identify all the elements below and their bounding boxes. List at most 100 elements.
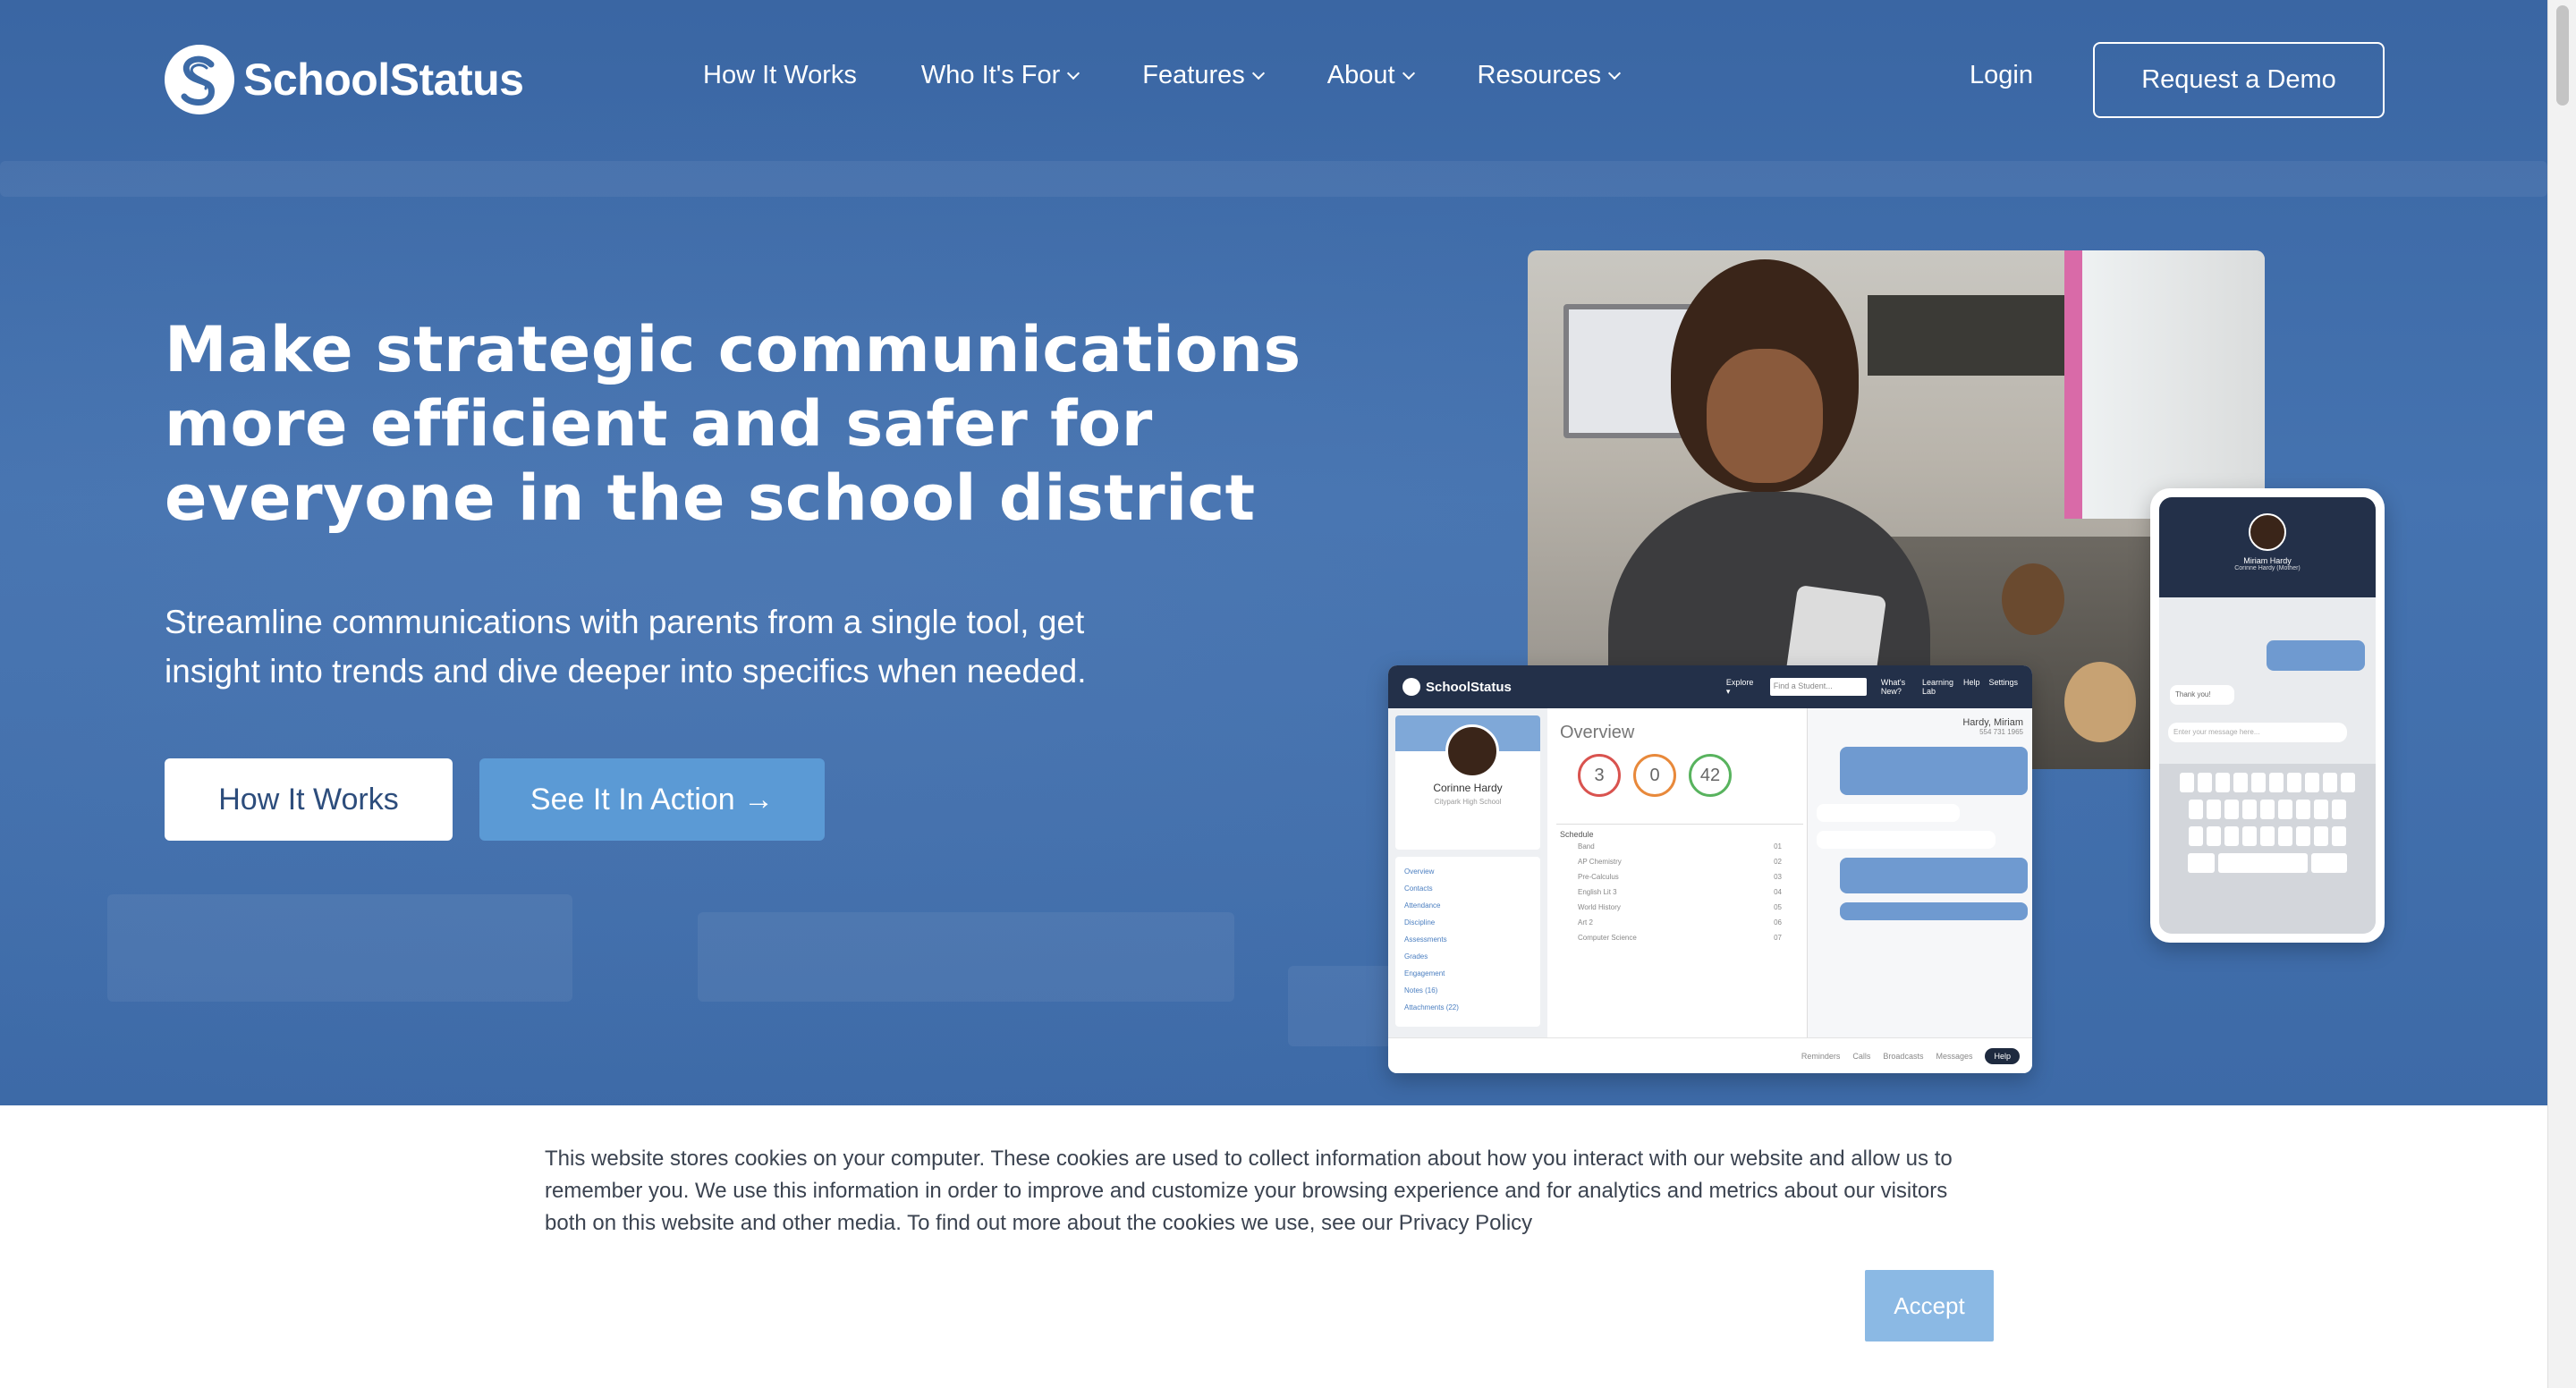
schedule-course: Art 2 <box>1578 918 1593 927</box>
dashboard-mockup: SchoolStatus Explore ▾ Find a Student...… <box>1388 665 2032 1073</box>
mockup-footer: Reminders Calls Broadcasts Messages Help <box>1388 1037 2032 1073</box>
mockup-menu-item: Contacts <box>1404 884 1433 893</box>
brand-name: SchoolStatus <box>243 55 524 105</box>
student-school: Citypark High School <box>1434 798 1502 806</box>
schedule-table: Schedule Band 01 AP Chemistry 02 Pre-Calcu… <box>1556 824 1803 951</box>
mockup-menu-item: Engagement <box>1404 969 1445 978</box>
mockup-menu-item: Attendance <box>1404 901 1441 910</box>
see-it-in-action-button[interactable]: See It In Action → <box>479 758 825 841</box>
phone-contact-name: Miriam Hardy <box>2243 556 2292 565</box>
cookie-text: This website stores cookies on your comp… <box>545 1143 1994 1240</box>
mockup-link: What's New? <box>1880 678 1906 696</box>
help-badge: Help <box>1985 1047 2020 1064</box>
mockup-footer-item: Reminders <box>1801 1051 1841 1061</box>
mockup-link: Help <box>1962 678 1980 687</box>
stat-ring-absences: 3 <box>1578 754 1621 797</box>
phone-contact-sub: Corinne Hardy (Mother) <box>2234 565 2301 571</box>
phone-message-out <box>2267 640 2365 671</box>
avatar <box>1445 724 1499 778</box>
subhead-line: insight into trends and dive deeper into… <box>165 653 1087 690</box>
nav-item-resources[interactable]: Resources <box>1477 61 1622 90</box>
schedule-period: 05 <box>1774 903 1782 911</box>
schedule-period: 01 <box>1774 842 1782 851</box>
nav-item-label: How It Works <box>703 61 857 89</box>
logo-mark-icon <box>1402 678 1420 696</box>
nav-item-features[interactable]: Features <box>1142 61 1265 90</box>
nav-item-who-its-for[interactable]: Who It's For <box>920 61 1080 90</box>
schedule-period: 04 <box>1774 888 1782 896</box>
mockup-menu-item: Assessments <box>1404 935 1447 944</box>
schedule-course: Band <box>1578 842 1595 851</box>
chevron-down-icon <box>1608 66 1622 80</box>
stat-ring-infractions: 0 <box>1633 754 1676 797</box>
mockup-link: Learning Lab <box>1922 678 1954 696</box>
chevron-down-icon <box>1251 66 1265 80</box>
mockup-explore: Explore ▾ <box>1725 677 1754 696</box>
mockup-link: Settings <box>1988 678 2018 687</box>
contact-phone: 554 731 1965 <box>1979 728 2023 736</box>
schedule-course: English Lit 3 <box>1578 888 1617 896</box>
cookie-banner: This website stores cookies on your comp… <box>0 1105 2547 1388</box>
phone-header: Miriam Hardy Corinne Hardy (Mother) <box>2159 497 2376 597</box>
accept-cookies-button[interactable]: Accept <box>1865 1270 1994 1341</box>
mockup-sidebar: Corinne Hardy Citypark High School Overv… <box>1388 708 1547 1037</box>
phone-message-in: Thank you! <box>2170 685 2234 705</box>
mockup-menu-item: Grades <box>1404 952 1428 961</box>
chevron-down-icon <box>1067 66 1080 80</box>
hero-subhead: Streamline communications with parents f… <box>165 597 1238 696</box>
mockup-app-name: SchoolStatus <box>1426 679 1512 695</box>
schedule-period: 03 <box>1774 873 1782 881</box>
headline-line: Make strategic communications <box>165 313 1301 386</box>
page-scrollbar[interactable] <box>2547 0 2576 1388</box>
headline-line: more efficient and safer for <box>165 387 1153 461</box>
hero-headline: Make strategic communications more effic… <box>165 313 1327 536</box>
nav-item-label: Features <box>1142 61 1245 89</box>
mockup-menu-item: Notes (16) <box>1404 986 1438 994</box>
subhead-line: Streamline communications with parents f… <box>165 604 1085 640</box>
headline-line: everyone in the school district <box>165 461 1256 535</box>
schedule-course: Computer Science <box>1578 934 1637 942</box>
mockup-overview: Overview 3 0 42 Schedule Band 01 AP Chemi… <box>1556 715 1803 1037</box>
login-link[interactable]: Login <box>1970 61 2033 90</box>
mockup-topbar: SchoolStatus Explore ▾ Find a Student...… <box>1388 665 2032 708</box>
stat-ring-calls: 42 <box>1689 754 1732 797</box>
cookie-text-line: This website stores cookies on your comp… <box>545 1147 1953 1171</box>
mockup-search: Find a Student... <box>1769 678 1867 696</box>
mockup-footer-item: Calls <box>1852 1051 1871 1061</box>
logo-mark-icon <box>165 45 234 114</box>
cookie-text-line: remember you. We use this information in… <box>545 1179 1948 1203</box>
mockup-menu: Overview Contacts Attendance Discipline … <box>1395 857 1540 1027</box>
avatar <box>2249 513 2286 551</box>
scrollbar-thumb[interactable] <box>2556 5 2569 106</box>
mockup-chat-panel: Hardy, Miriam 554 731 1965 <box>1807 708 2032 1037</box>
nav-item-label: Who It's For <box>920 61 1061 89</box>
overview-title: Overview <box>1560 723 1635 742</box>
nav-item-how-it-works[interactable]: How It Works <box>703 61 857 90</box>
nav-item-label: Resources <box>1477 61 1602 89</box>
schedule-course: Pre-Calculus <box>1578 873 1619 881</box>
mockup-menu-item: Overview <box>1404 868 1435 876</box>
schedule-period: 07 <box>1774 934 1782 942</box>
schedule-course: World History <box>1578 903 1621 911</box>
logo[interactable]: SchoolStatus <box>165 45 524 114</box>
mockup-menu-item: Discipline <box>1404 918 1436 927</box>
schedule-period: 06 <box>1774 918 1782 927</box>
mockup-footer-item: Messages <box>1936 1051 1973 1061</box>
nav-item-label: About <box>1326 61 1395 89</box>
nav-links: How It Works Who It's For Features About… <box>703 61 1622 90</box>
cookie-text-line: both on this website and other media. To… <box>545 1211 1533 1235</box>
schedule-period: 02 <box>1774 858 1782 866</box>
nav-item-about[interactable]: About <box>1326 61 1415 90</box>
request-demo-button[interactable]: Request a Demo <box>2093 42 2385 118</box>
chevron-down-icon <box>1402 66 1415 80</box>
schedule-course: AP Chemistry <box>1578 858 1622 866</box>
mockup-menu-item: Attachments (22) <box>1404 1003 1459 1011</box>
phone-input: Enter your message here... <box>2168 723 2347 742</box>
student-name: Corinne Hardy <box>1433 782 1503 794</box>
mockup-footer-item: Broadcasts <box>1883 1051 1924 1061</box>
phone-mockup: Miriam Hardy Corinne Hardy (Mother) Than… <box>2150 488 2385 943</box>
schedule-title: Schedule <box>1560 830 1594 839</box>
contact-name: Hardy, Miriam <box>1962 717 2023 728</box>
how-it-works-button[interactable]: How It Works <box>165 758 453 841</box>
phone-keyboard <box>2159 764 2376 934</box>
